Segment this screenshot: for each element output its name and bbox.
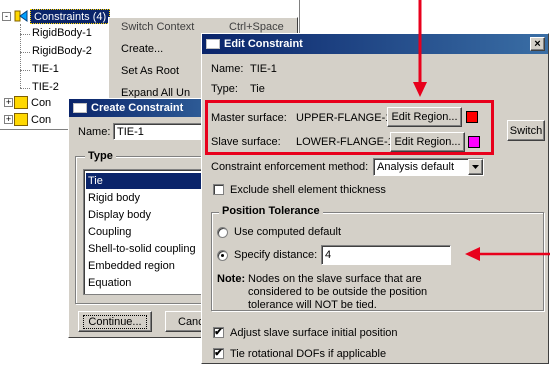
position-tolerance-title: Position Tolerance [219,205,323,217]
edit-dialog-titlebar[interactable]: Edit Constraint [202,34,548,54]
tree-expand-icon[interactable]: + [4,115,13,124]
specify-distance-field[interactable]: 4 [321,245,451,265]
note-text-line: tolerance will NOT be tied. [248,299,377,311]
tree-item-partial[interactable]: Con [31,97,51,109]
window-icon [73,103,87,113]
connector-icon [14,96,28,109]
exclude-shell-label: Exclude shell element thickness [230,184,386,196]
use-computed-default-radio[interactable] [217,227,228,238]
enforcement-method-value: Analysis default [377,161,455,173]
create-dialog-title: Create Constraint [91,102,184,114]
type-label: Type: [211,83,238,95]
name-value: TIE-1 [250,63,277,75]
window-icon [206,39,220,49]
annotation-arrow-left [465,247,550,261]
close-icon[interactable]: × [530,37,545,51]
menu-item-create[interactable]: Create... [121,43,163,55]
type-list-item[interactable]: Equation [88,277,131,289]
annotation-arrow-down [413,0,427,97]
type-list-item[interactable]: Coupling [88,226,131,238]
type-group-title: Type [85,150,116,162]
specify-distance-radio[interactable] [217,250,228,261]
type-list-item[interactable]: Rigid body [88,192,140,204]
continue-button-label: Continue... [83,314,147,329]
switch-button[interactable]: Switch [507,120,545,141]
tree-item[interactable]: TIE-1 [32,63,59,75]
dropdown-arrow-icon[interactable] [468,159,483,175]
specify-distance-label: Specify distance: [234,249,318,261]
tie-rotational-checkbox[interactable]: ✔ [213,348,224,359]
adjust-slave-label: Adjust slave surface initial position [230,327,398,339]
note-text-line: Nodes on the slave surface that are [248,273,422,285]
tree-item[interactable]: TIE-2 [32,81,59,93]
tree-expand-icon[interactable]: + [4,98,13,107]
type-value: Tie [250,83,265,95]
menu-item-shortcut: Ctrl+Space [229,21,284,33]
edit-dialog-title: Edit Constraint [224,38,303,50]
name-label: Name: [78,126,111,138]
edit-constraint-dialog: Edit Constraint × Name: TIE-1 Type: Tie … [201,33,549,364]
tree-item[interactable]: RigidBody-2 [32,45,92,57]
adjust-slave-checkbox[interactable]: ✔ [213,327,224,338]
surface-highlight-box [205,100,494,155]
tree-item[interactable]: RigidBody-1 [32,27,92,39]
note-text-line: considered to be outside the position [248,286,428,298]
menu-item-set-as-root[interactable]: Set As Root [121,65,179,77]
menu-item-switch-context[interactable]: Switch Context [121,21,194,33]
type-list-item[interactable]: Shell-to-solid coupling [88,243,196,255]
name-label: Name: [211,63,244,75]
use-computed-default-label: Use computed default [234,226,342,238]
tie-rotational-label: Tie rotational DOFs if applicable [230,348,387,360]
continue-button[interactable]: Continue... [78,311,152,332]
exclude-shell-checkbox[interactable] [213,184,224,195]
enforcement-method-label: Constraint enforcement method: [211,161,369,173]
note-label: Note: [217,273,246,285]
expand-minus-icon[interactable]: - [2,12,11,21]
tree-root-label[interactable]: Constraints (4) [30,9,111,24]
connector-icon [14,113,28,126]
tree-item-partial[interactable]: Con [31,114,51,126]
type-list-item[interactable]: Display body [88,209,151,221]
constraints-folder-icon [13,9,29,23]
type-list-item[interactable]: Embedded region [88,260,175,272]
